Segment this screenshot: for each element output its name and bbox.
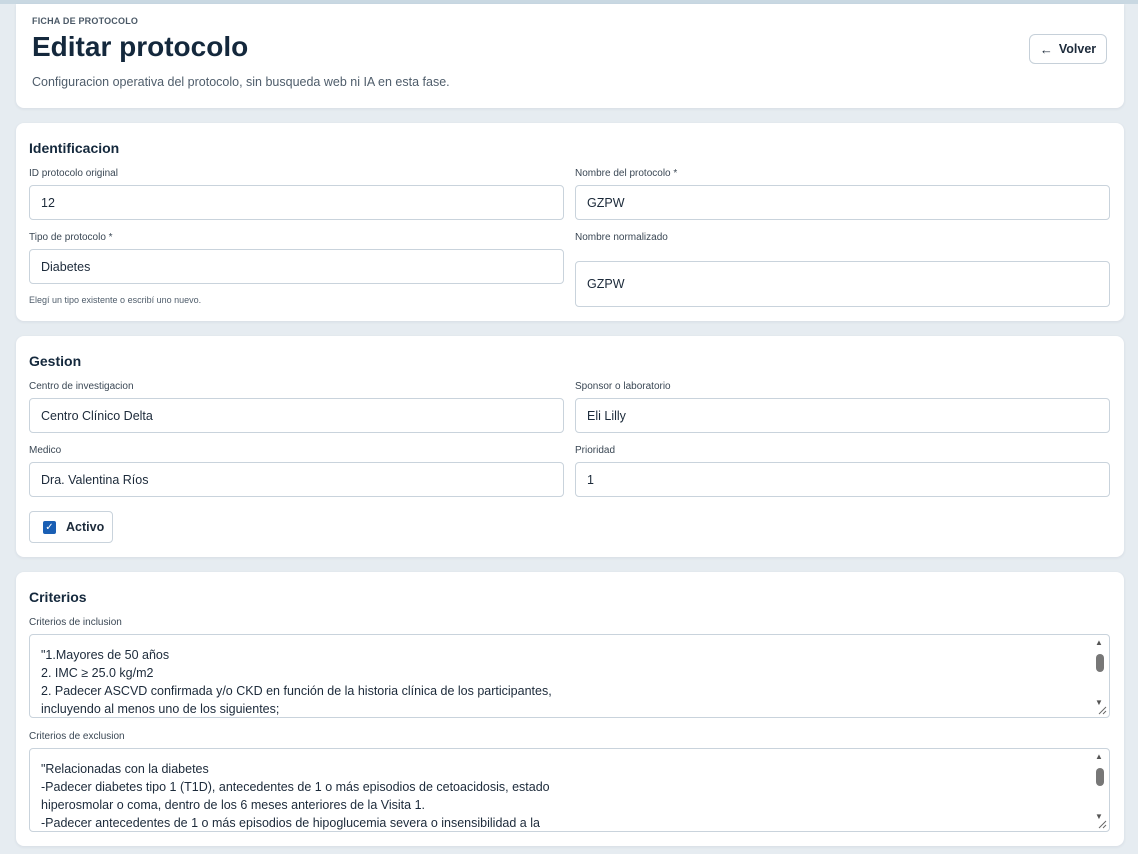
centro-label: Centro de investigacion (29, 381, 134, 392)
page-subtitle: Configuracion operativa del protocolo, s… (32, 75, 450, 89)
nombre-input[interactable]: GZPW (575, 185, 1110, 220)
centro-input[interactable]: Centro Clínico Delta (29, 398, 564, 433)
tipo-input[interactable]: Diabetes (29, 249, 564, 284)
page-eyebrow: FICHA DE PROTOCOLO (32, 16, 139, 26)
activo-checkbox[interactable]: ✓ (43, 520, 56, 534)
tipo-label: Tipo de protocolo * (29, 232, 113, 243)
nombre-label: Nombre del protocolo * (575, 168, 678, 179)
back-button-label: Volver (1058, 42, 1097, 56)
exclusion-label: Criterios de exclusion (29, 731, 125, 742)
normalizado-input[interactable]: GZPW (575, 261, 1110, 307)
inclusion-textarea[interactable]: "1.Mayores de 50 años 2. IMC ≥ 25.0 kg/m… (29, 634, 1110, 718)
normalizado-label: Nombre normalizado (575, 232, 668, 243)
resize-grip-icon[interactable] (1096, 704, 1107, 715)
criterios-title: Criterios (29, 589, 87, 605)
gestion-title: Gestion (29, 353, 82, 369)
resize-grip-icon[interactable] (1096, 818, 1107, 829)
header-card: FICHA DE PROTOCOLO Editar protocolo Conf… (16, 4, 1124, 108)
sponsor-label: Sponsor o laboratorio (575, 381, 671, 392)
medico-input[interactable]: Dra. Valentina Ríos (29, 462, 564, 497)
scroll-up-icon[interactable]: ▲ (1095, 638, 1103, 647)
medico-label: Medico (29, 445, 62, 456)
activo-label: Activo (66, 520, 105, 534)
inclusion-text: "1.Mayores de 50 años 2. IMC ≥ 25.0 kg/m… (41, 648, 552, 716)
id-input[interactable]: 12 (29, 185, 564, 220)
exclusion-textarea[interactable]: "Relacionadas con la diabetes -Padecer d… (29, 748, 1110, 832)
prioridad-input[interactable]: 1 (575, 462, 1110, 497)
scroll-thumb[interactable] (1096, 654, 1104, 672)
exclusion-text: "Relacionadas con la diabetes -Padecer d… (41, 762, 550, 830)
page-title: Editar protocolo (32, 31, 249, 62)
identificacion-title: Identificacion (29, 140, 120, 156)
sponsor-input[interactable]: Eli Lilly (575, 398, 1110, 433)
criterios-card: Criterios Criterios de inclusion "1.Mayo… (16, 572, 1124, 846)
id-label: ID protocolo original (29, 168, 118, 179)
arrow-left-icon: ← (1039, 41, 1053, 57)
scroll-thumb[interactable] (1096, 768, 1104, 786)
activo-toggle[interactable]: ✓ Activo (29, 511, 113, 543)
inclusion-label: Criterios de inclusion (29, 617, 122, 628)
tipo-help: Elegí un tipo existente o escribí uno nu… (29, 295, 202, 305)
prioridad-label: Prioridad (575, 445, 616, 456)
identificacion-card: Identificacion ID protocolo original 12 … (16, 123, 1124, 321)
back-button[interactable]: ← Volver (1029, 34, 1107, 64)
scroll-up-icon[interactable]: ▲ (1095, 752, 1103, 761)
gestion-card: Gestion Centro de investigacion Centro C… (16, 336, 1124, 557)
